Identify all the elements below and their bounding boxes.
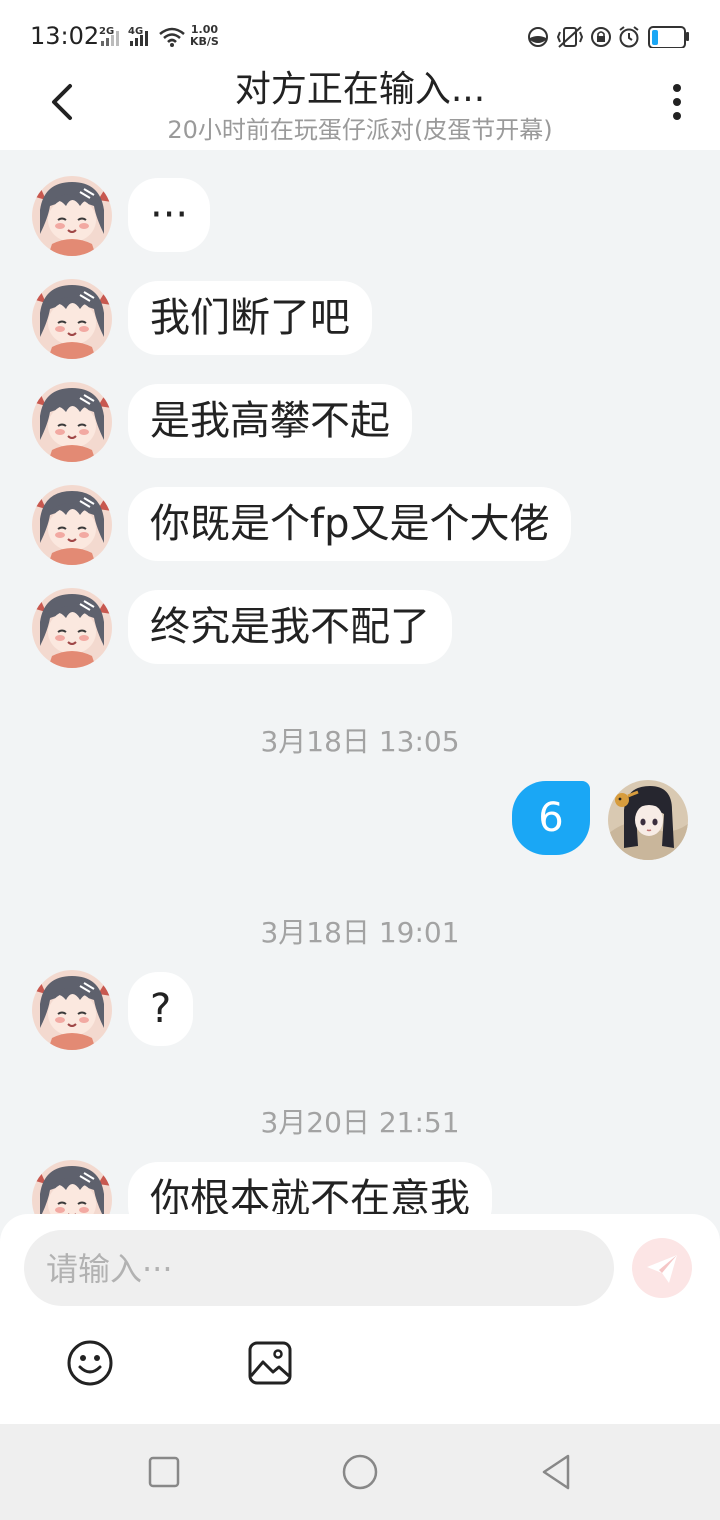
send-button[interactable] — [632, 1238, 692, 1298]
recent-apps-icon[interactable] — [144, 1452, 184, 1492]
avatar[interactable] — [32, 1160, 112, 1214]
message-input[interactable] — [44, 1230, 598, 1308]
emoji-icon[interactable] — [65, 1338, 115, 1388]
avatar[interactable] — [608, 780, 688, 860]
chat-header: 对方正在输入... 20小时前在玩蛋仔派对(皮蛋节开幕) — [0, 48, 720, 150]
system-nav-bar — [0, 1424, 720, 1520]
data-saver-icon — [528, 27, 548, 47]
wifi-icon — [159, 27, 185, 47]
chat-title: 对方正在输入... — [234, 69, 486, 110]
battery-level-fill — [652, 30, 658, 45]
input-panel — [0, 1214, 720, 1424]
battery-tip — [686, 32, 689, 41]
message-bubble-incoming[interactable]: 是我高攀不起 — [128, 384, 412, 458]
image-icon[interactable] — [245, 1338, 295, 1388]
home-icon[interactable] — [340, 1452, 380, 1492]
nav-back-icon[interactable] — [536, 1452, 576, 1492]
send-icon — [647, 1255, 677, 1283]
avatar[interactable] — [32, 485, 112, 565]
status-time: 13:02 — [30, 22, 100, 50]
network-speed-unit: KB/S — [190, 35, 219, 48]
cellular-signal-icon — [101, 31, 119, 46]
more-vertical-icon[interactable] — [660, 78, 694, 126]
message-input-box[interactable] — [24, 1230, 614, 1308]
avatar[interactable] — [32, 970, 112, 1050]
time-divider: 3月18日 19:01 — [260, 916, 460, 949]
cellular-signal-icon — [130, 31, 148, 46]
message-bubble-incoming[interactable]: ? — [128, 972, 194, 1046]
message-bubble-incoming[interactable]: ··· — [128, 178, 211, 252]
message-bubble-incoming[interactable]: 终究是我不配了 — [128, 590, 452, 664]
avatar[interactable] — [32, 588, 112, 668]
message-bubble-incoming[interactable]: 你根本就不在意我 — [128, 1162, 492, 1214]
network-speed: 1.00 KB/S — [190, 24, 219, 48]
message-bubble-incoming[interactable]: 你既是个fp又是个大佬 — [128, 487, 572, 561]
time-divider: 3月18日 13:05 — [260, 725, 460, 758]
message-bubble-incoming[interactable]: 我们断了吧 — [128, 281, 372, 355]
avatar[interactable] — [32, 176, 112, 256]
time-divider: 3月20日 21:51 — [260, 1106, 460, 1139]
chat-subtitle: 20小时前在玩蛋仔派对(皮蛋节开幕) — [167, 116, 553, 144]
message-bubble-outgoing[interactable]: 6 — [512, 781, 590, 855]
battery-icon — [648, 26, 686, 49]
avatar[interactable] — [32, 382, 112, 462]
rotation-lock-icon — [591, 27, 611, 47]
avatar[interactable] — [32, 279, 112, 359]
message-list[interactable]: ··· 我们断了吧 是我高攀不起 你既是个fp又是个大佬 终究是我不配了 3月1… — [0, 150, 720, 1214]
alarm-clock-icon — [619, 26, 639, 48]
vibrate-mute-icon — [556, 26, 584, 48]
